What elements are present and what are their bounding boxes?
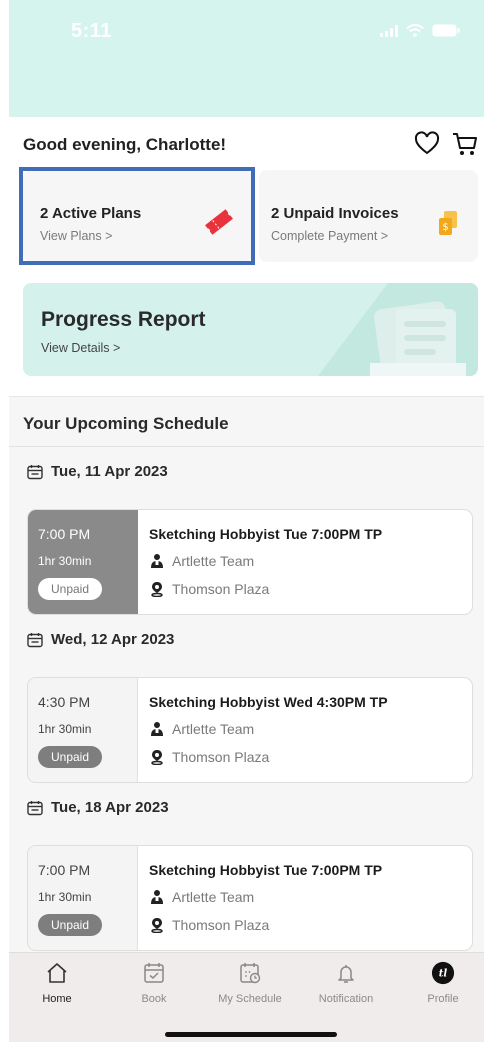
team-label: Artlette Team [172,721,255,737]
event-duration: 1hr 30min [38,722,92,736]
event-title: Sketching Hobbyist Tue 7:00PM TP [149,862,383,878]
home-indicator [165,1032,337,1037]
schedule-event-card[interactable]: 7:00 PM 1hr 30min Unpaid Sketching Hobby… [27,509,473,615]
tab-label: Profile [427,993,459,1005]
tab-label: Home [42,993,72,1005]
tab-label: My Schedule [218,993,282,1005]
unpaid-badge: Unpaid [38,914,102,936]
tab-book[interactable]: Book [109,961,199,1005]
schedule-date: Tue, 11 Apr 2023 [27,463,168,480]
report-illustration [318,283,478,376]
event-duration: 1hr 30min [38,554,92,568]
bottom-tab-bar: Home Book My Schedule Notification tl Pr… [9,952,484,1042]
status-icons [380,24,460,37]
teacher-icon [151,890,163,904]
event-team: Artlette Team [149,889,254,905]
event-time-panel: 4:30 PM 1hr 30min Unpaid [28,678,138,782]
calendar-icon [27,632,43,647]
schedule-header: Your Upcoming Schedule [9,397,484,447]
avatar-icon: tl [431,961,455,985]
svg-text:tl: tl [439,968,448,980]
tab-profile[interactable]: tl Profile [398,961,484,1005]
teacher-icon [151,554,163,568]
event-time: 4:30 PM [38,694,91,710]
calendar-icon [27,464,43,479]
schedule-event-card[interactable]: 4:30 PM 1hr 30min Unpaid Sketching Hobby… [27,677,473,783]
event-team: Artlette Team [149,553,254,569]
cart-icon[interactable] [452,131,478,157]
unpaid-badge: Unpaid [38,746,102,768]
schedule-title: Your Upcoming Schedule [23,414,229,433]
location-label: Thomson Plaza [172,749,270,765]
tab-my-schedule[interactable]: My Schedule [205,961,295,1005]
complete-payment-link[interactable]: Complete Payment > [271,229,388,243]
location-pin-icon [151,918,163,933]
greeting-text: Good evening, Charlotte! [23,135,227,154]
location-pin-icon [151,582,163,597]
status-bar: 5:11 [9,0,484,117]
event-location: Thomson Plaza [149,581,269,597]
calendar-icon [27,800,43,815]
calendar-check-icon [144,963,164,983]
view-details-link[interactable]: View Details > [41,341,120,355]
progress-report-title: Progress Report [41,308,206,331]
event-time-panel: 7:00 PM 1hr 30min Unpaid [28,510,138,614]
schedule-event-card[interactable]: 7:00 PM 1hr 30min Unpaid Sketching Hobby… [27,845,473,951]
location-label: Thomson Plaza [172,917,270,933]
event-team: Artlette Team [149,721,254,737]
date-label: Tue, 18 Apr 2023 [51,799,169,816]
heart-icon[interactable] [414,131,440,157]
location-label: Thomson Plaza [172,581,270,597]
event-duration: 1hr 30min [38,890,92,904]
event-title: Sketching Hobbyist Wed 4:30PM TP [149,694,388,710]
tab-home[interactable]: Home [12,961,102,1005]
battery-icon [432,24,460,37]
event-time: 7:00 PM [38,862,91,878]
date-label: Tue, 11 Apr 2023 [51,463,168,480]
home-icon [47,963,67,983]
signal-icon [380,24,398,37]
unpaid-invoices-card[interactable]: 2 Unpaid Invoices Complete Payment > $ [259,170,478,262]
progress-report-card[interactable]: Progress Report View Details > [23,283,478,376]
team-label: Artlette Team [172,553,255,569]
tab-notification[interactable]: Notification [301,961,391,1005]
tab-label: Book [141,993,167,1005]
event-time-panel: 7:00 PM 1hr 30min Unpaid [28,846,138,950]
status-time: 5:11 [71,20,112,42]
selection-highlight [19,167,255,265]
upcoming-schedule-section: Your Upcoming Schedule Tue, 11 Apr 2023 … [9,396,484,952]
schedule-date: Wed, 12 Apr 2023 [27,631,174,648]
event-location: Thomson Plaza [149,749,269,765]
teacher-icon [151,722,163,736]
wifi-icon [406,24,424,37]
bell-icon [338,965,354,983]
event-time: 7:00 PM [38,526,91,542]
event-title: Sketching Hobbyist Tue 7:00PM TP [149,526,383,542]
event-location: Thomson Plaza [149,917,269,933]
unpaid-invoices-title: 2 Unpaid Invoices [271,205,399,222]
tab-label: Notification [318,993,374,1005]
schedule-date: Tue, 18 Apr 2023 [27,799,169,816]
date-label: Wed, 12 Apr 2023 [51,631,175,648]
location-pin-icon [151,750,163,765]
team-label: Artlette Team [172,889,255,905]
svg-text:$: $ [442,222,448,233]
calendar-clock-icon [240,963,261,984]
money-icon: $ [439,211,457,235]
unpaid-badge: Unpaid [38,578,102,600]
